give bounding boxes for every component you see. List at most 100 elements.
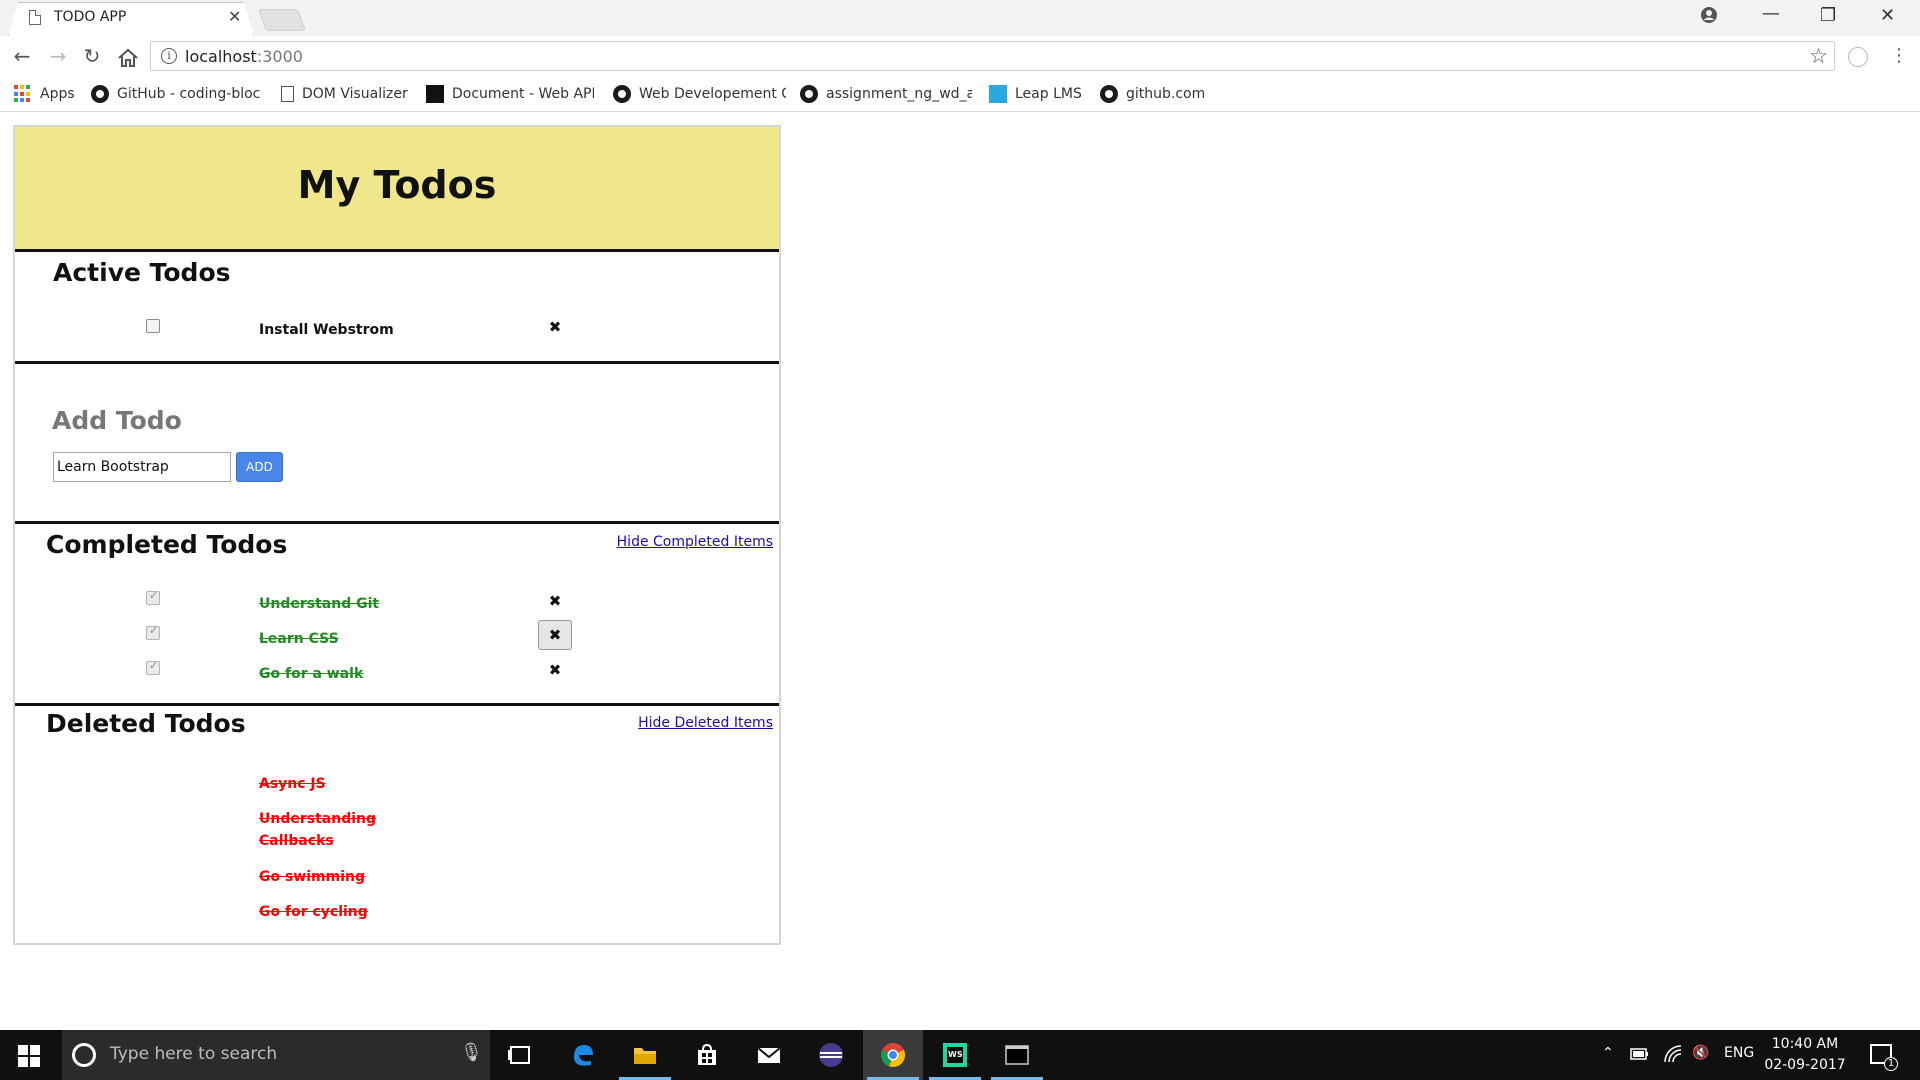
notification-center-icon[interactable]: 1 <box>1870 1044 1898 1071</box>
taskbar-search[interactable]: Type here to search 🎙 <box>62 1030 490 1080</box>
add-button[interactable]: ADD <box>236 452 283 482</box>
bookmark-apps[interactable]: Apps <box>14 83 75 105</box>
active-todos-section: Active Todos Install Webstrom ✖ <box>15 252 779 364</box>
microphone-icon[interactable]: 🎙 <box>460 1042 483 1063</box>
deleted-todo-text: Go swimming <box>259 869 366 885</box>
window-close-button[interactable]: ✕ <box>1880 5 1895 26</box>
address-bar[interactable]: i localhost:3000 ☆ <box>150 41 1835 71</box>
completed-todos-title: Completed Todos <box>46 530 288 559</box>
todo-app: My Todos Active Todos Install Webstrom ✖… <box>13 125 781 945</box>
store-icon <box>698 1043 716 1065</box>
deleted-todos-title: Deleted Todos <box>46 709 246 738</box>
svg-text:WS: WS <box>948 1050 963 1059</box>
volume-muted-icon[interactable]: 🔇 <box>1692 1045 1709 1061</box>
cortana-icon <box>72 1043 96 1067</box>
url-text: localhost:3000 <box>185 47 303 66</box>
document-icon <box>281 86 294 102</box>
add-todo-title: Add Todo <box>52 406 182 435</box>
reload-icon[interactable]: ↻ <box>78 42 106 70</box>
bookmark-dom-visualizer[interactable]: DOM Visualizer <box>281 83 408 105</box>
page-title: My Todos <box>297 163 497 207</box>
task-view-button[interactable] <box>490 1030 550 1080</box>
info-icon[interactable]: i <box>161 48 177 64</box>
bookmarks-bar: Apps GitHub - coding-bloc DOM Visualizer… <box>0 76 1920 112</box>
tab-close-icon[interactable]: ✕ <box>228 7 241 26</box>
deleted-todo-text: Async JS <box>259 776 326 792</box>
extension-icon[interactable] <box>1848 47 1868 67</box>
minimize-button[interactable]: — <box>1762 3 1780 24</box>
active-todos-title: Active Todos <box>53 258 231 287</box>
delete-icon[interactable]: ✖ <box>538 312 572 342</box>
windows-taskbar: Type here to search 🎙 WS ⌃ 🔇 ENG 10:40 A… <box>0 1030 1920 1080</box>
taskbar-edge[interactable] <box>553 1030 613 1080</box>
leap-icon <box>989 85 1007 103</box>
restore-button[interactable]: ❐ <box>1820 5 1836 26</box>
battery-icon[interactable] <box>1630 1047 1650 1061</box>
github-icon <box>91 85 109 103</box>
todo-text: Install Webstrom <box>259 322 394 338</box>
bookmark-star-icon[interactable]: ☆ <box>1809 44 1828 68</box>
bookmark-label: Apps <box>40 86 75 102</box>
taskbar-clock[interactable]: 10:40 AM 02-09-2017 <box>1762 1034 1848 1076</box>
todo-checkbox[interactable] <box>146 624 160 640</box>
mail-icon <box>757 1047 781 1063</box>
taskbar-store[interactable] <box>677 1030 737 1080</box>
todo-checkbox[interactable] <box>146 319 160 333</box>
bookmark-label: Leap LMS <box>1015 86 1082 102</box>
bookmark-label: assignment_ng_wd_a <box>826 86 972 102</box>
taskbar-mail[interactable] <box>739 1030 799 1080</box>
todo-checkbox[interactable] <box>146 659 160 675</box>
delete-icon[interactable]: ✖ <box>538 586 572 616</box>
todo-checkbox[interactable] <box>146 589 160 605</box>
new-tab-button[interactable] <box>257 9 307 31</box>
apps-grid-icon <box>14 85 32 103</box>
windows-start-icon[interactable] <box>18 1045 40 1067</box>
hide-deleted-link[interactable]: Hide Deleted Items <box>638 715 773 731</box>
delete-icon[interactable]: ✖ <box>538 655 572 685</box>
bookmark-github-com[interactable]: github.com <box>1100 83 1205 105</box>
todo-row: Learn CSS ✖ <box>15 620 779 655</box>
bookmark-web-development[interactable]: Web Developement C <box>613 83 786 105</box>
taskbar-eclipse[interactable] <box>801 1030 861 1080</box>
github-icon <box>613 85 631 103</box>
browser-tab[interactable] <box>8 2 254 36</box>
todo-text: Learn CSS <box>259 631 339 647</box>
folder-icon <box>634 1048 656 1064</box>
deleted-todos-section: Deleted Todos Hide Deleted Items Async J… <box>15 706 779 946</box>
forward-icon[interactable]: → <box>44 42 72 70</box>
bookmark-label: Document - Web API <box>452 86 594 102</box>
clock-date: 02-09-2017 <box>1764 1057 1846 1073</box>
show-hidden-icons[interactable]: ⌃ <box>1602 1045 1614 1061</box>
edge-icon <box>574 1045 593 1066</box>
mdn-icon <box>426 85 444 103</box>
chrome-icon <box>881 1043 906 1068</box>
bookmark-leap-lms[interactable]: Leap LMS <box>989 83 1082 105</box>
bookmark-label: GitHub - coding-bloc <box>117 86 261 102</box>
bookmark-label: Web Developement C <box>639 86 786 102</box>
notification-badge: 1 <box>1884 1057 1898 1071</box>
hide-completed-link[interactable]: Hide Completed Items <box>617 534 773 550</box>
taskbar-chrome[interactable] <box>863 1030 923 1080</box>
bookmark-github-coding-blocks[interactable]: GitHub - coding-bloc <box>91 83 261 105</box>
todo-row: Understand Git ✖ <box>15 589 779 620</box>
taskbar-webstorm[interactable]: WS <box>925 1030 985 1080</box>
new-todo-input[interactable] <box>53 452 231 482</box>
todo-text: Go for a walk <box>259 666 364 682</box>
language-indicator[interactable]: ENG <box>1724 1045 1754 1061</box>
home-icon[interactable] <box>117 48 139 68</box>
taskbar-terminal[interactable] <box>987 1030 1047 1080</box>
taskbar-file-explorer[interactable] <box>615 1030 675 1080</box>
eclipse-icon <box>819 1043 843 1067</box>
clock-time: 10:40 AM <box>1771 1036 1839 1052</box>
browser-tab-bar: TODO APP ✕ — ❐ ✕ <box>0 0 1920 36</box>
browser-toolbar: ← → ↻ i localhost:3000 ☆ ⋮ <box>0 36 1920 76</box>
page-icon <box>29 10 41 25</box>
bookmark-assignment[interactable]: assignment_ng_wd_a <box>800 83 972 105</box>
menu-dots-icon[interactable]: ⋮ <box>1890 45 1908 66</box>
delete-icon[interactable]: ✖ <box>538 620 572 650</box>
back-icon[interactable]: ← <box>8 42 36 70</box>
add-todo-section: Add Todo ADD <box>15 364 779 524</box>
bookmark-document-web-api[interactable]: Document - Web API <box>426 83 594 105</box>
profile-icon[interactable] <box>1700 6 1718 24</box>
wifi-icon[interactable] <box>1663 1044 1683 1064</box>
